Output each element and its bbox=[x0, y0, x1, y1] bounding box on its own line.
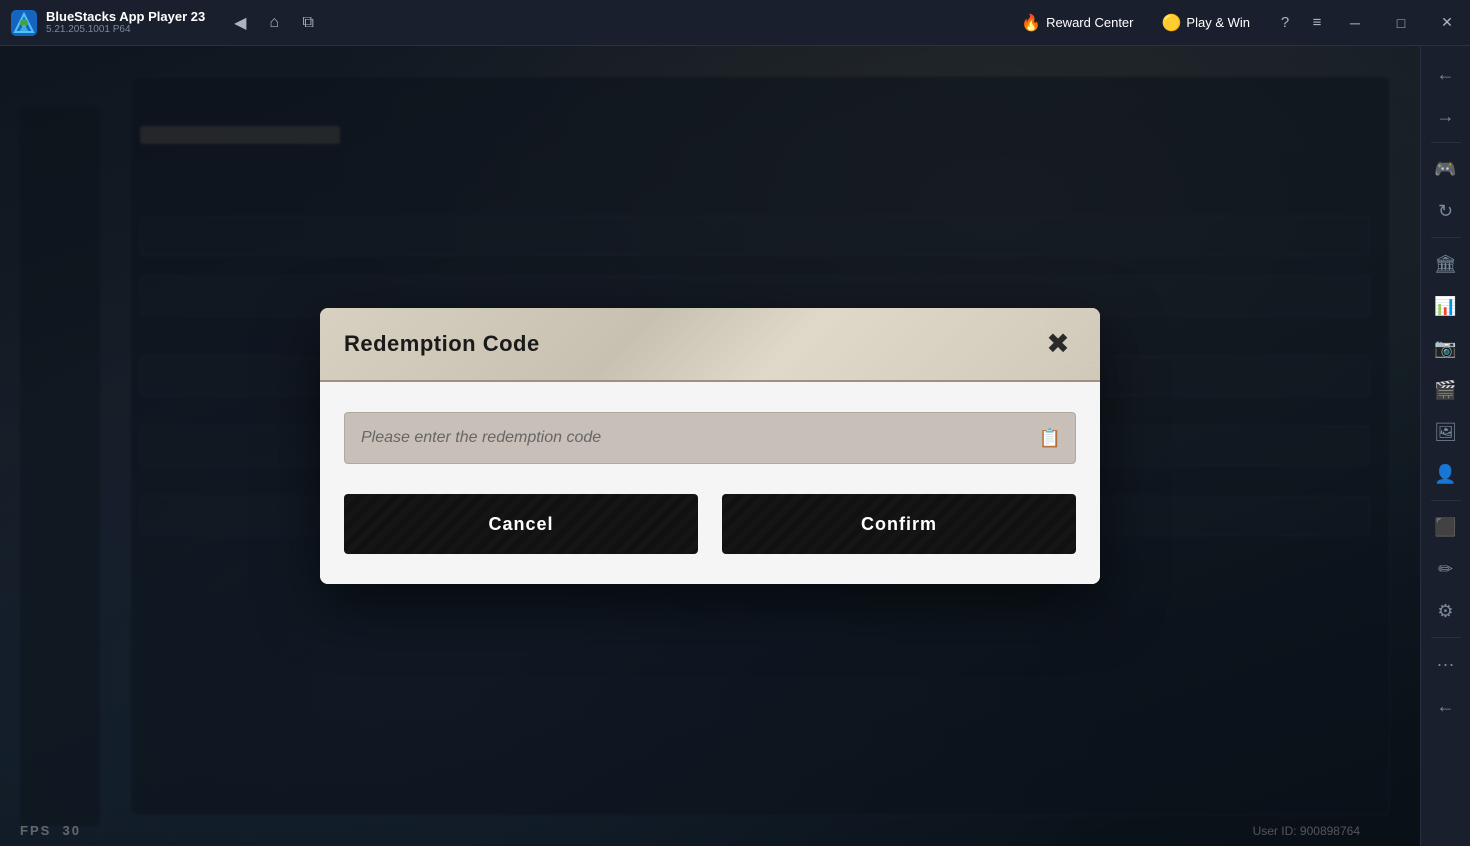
coin-icon: 🟡 bbox=[1162, 13, 1182, 33]
sidebar-person[interactable]: 👤 bbox=[1428, 456, 1464, 492]
titlebar-utility-icons: ? ≡ bbox=[1270, 8, 1332, 38]
dialog-buttons: Cancel Confirm bbox=[344, 494, 1076, 554]
app-name-block: BlueStacks App Player 23 5.21.205.1001 P… bbox=[46, 9, 205, 37]
fire-icon: 🔥 bbox=[1021, 13, 1041, 33]
confirm-label: Confirm bbox=[861, 514, 937, 534]
sidebar-divider-2 bbox=[1431, 237, 1461, 238]
home-button[interactable]: ⌂ bbox=[259, 8, 289, 38]
reward-center-button[interactable]: 🔥 Reward Center bbox=[1011, 9, 1143, 37]
minimize-button[interactable]: ─ bbox=[1332, 0, 1378, 46]
sidebar-collapse[interactable]: ← bbox=[1428, 688, 1464, 724]
tabs-button[interactable]: ⧉ bbox=[293, 8, 323, 38]
back-button[interactable]: ◀ bbox=[225, 8, 255, 38]
paste-icon[interactable]: 📋 bbox=[1036, 424, 1064, 452]
main-content: Redemption Code ✖ 📋 Cancel bbox=[0, 46, 1420, 846]
sidebar-settings[interactable]: ⚙ bbox=[1428, 593, 1464, 629]
sidebar-crop[interactable]: ⬛ bbox=[1428, 509, 1464, 545]
redemption-code-input[interactable] bbox=[344, 412, 1076, 464]
right-sidebar: ← → 🎮 ↻ 🏛 📊 📷 🎬 🖼 👤 ⬛ ✏ ⚙ ··· ← bbox=[1420, 46, 1470, 846]
sidebar-arrow-right[interactable]: → bbox=[1428, 98, 1464, 134]
sidebar-gamepad[interactable]: 🎮 bbox=[1428, 151, 1464, 187]
sidebar-divider-1 bbox=[1431, 142, 1461, 143]
play-and-win-button[interactable]: 🟡 Play & Win bbox=[1152, 9, 1261, 37]
redemption-input-wrapper: 📋 bbox=[344, 412, 1076, 464]
sidebar-photo[interactable]: 🖼 bbox=[1428, 414, 1464, 450]
sidebar-building[interactable]: 🏛 bbox=[1428, 246, 1464, 282]
sidebar-camera[interactable]: 📷 bbox=[1428, 330, 1464, 366]
titlebar-right-section: 🔥 Reward Center 🟡 Play & Win bbox=[1011, 9, 1260, 37]
help-button[interactable]: ? bbox=[1270, 8, 1300, 38]
modal-overlay: Redemption Code ✖ 📋 Cancel bbox=[0, 46, 1420, 846]
logo-shape bbox=[11, 10, 37, 36]
app-title: BlueStacks App Player 23 bbox=[46, 9, 205, 25]
sidebar-divider-3 bbox=[1431, 500, 1461, 501]
sidebar-refresh[interactable]: ↻ bbox=[1428, 193, 1464, 229]
sidebar-video[interactable]: 🎬 bbox=[1428, 372, 1464, 408]
confirm-button[interactable]: Confirm bbox=[722, 494, 1076, 554]
sidebar-more[interactable]: ··· bbox=[1428, 646, 1464, 682]
nav-buttons: ◀ ⌂ ⧉ bbox=[225, 8, 323, 38]
ninja-close-icon: ✖ bbox=[1046, 330, 1069, 358]
app-version: 5.21.205.1001 P64 bbox=[46, 24, 205, 36]
cancel-button[interactable]: Cancel bbox=[344, 494, 698, 554]
menu-button[interactable]: ≡ bbox=[1302, 8, 1332, 38]
play-win-label: Play & Win bbox=[1186, 15, 1250, 30]
dialog-title: Redemption Code bbox=[344, 331, 540, 357]
titlebar: BlueStacks App Player 23 5.21.205.1001 P… bbox=[0, 0, 1470, 46]
sidebar-chart[interactable]: 📊 bbox=[1428, 288, 1464, 324]
sidebar-divider-4 bbox=[1431, 637, 1461, 638]
sidebar-arrow-left[interactable]: ← bbox=[1428, 56, 1464, 92]
dialog-close-button[interactable]: ✖ bbox=[1040, 326, 1076, 362]
app-logo bbox=[10, 9, 38, 37]
maximize-button[interactable]: □ bbox=[1378, 0, 1424, 46]
dialog-body: 📋 Cancel Confirm bbox=[320, 382, 1100, 584]
sidebar-pencil[interactable]: ✏ bbox=[1428, 551, 1464, 587]
window-close-button[interactable]: ✕ bbox=[1424, 0, 1470, 46]
reward-center-label: Reward Center bbox=[1046, 15, 1133, 30]
cancel-label: Cancel bbox=[488, 514, 553, 534]
dialog-header: Redemption Code ✖ bbox=[320, 308, 1100, 382]
redemption-dialog: Redemption Code ✖ 📋 Cancel bbox=[320, 308, 1100, 584]
window-controls: ─ □ ✕ bbox=[1332, 0, 1470, 46]
